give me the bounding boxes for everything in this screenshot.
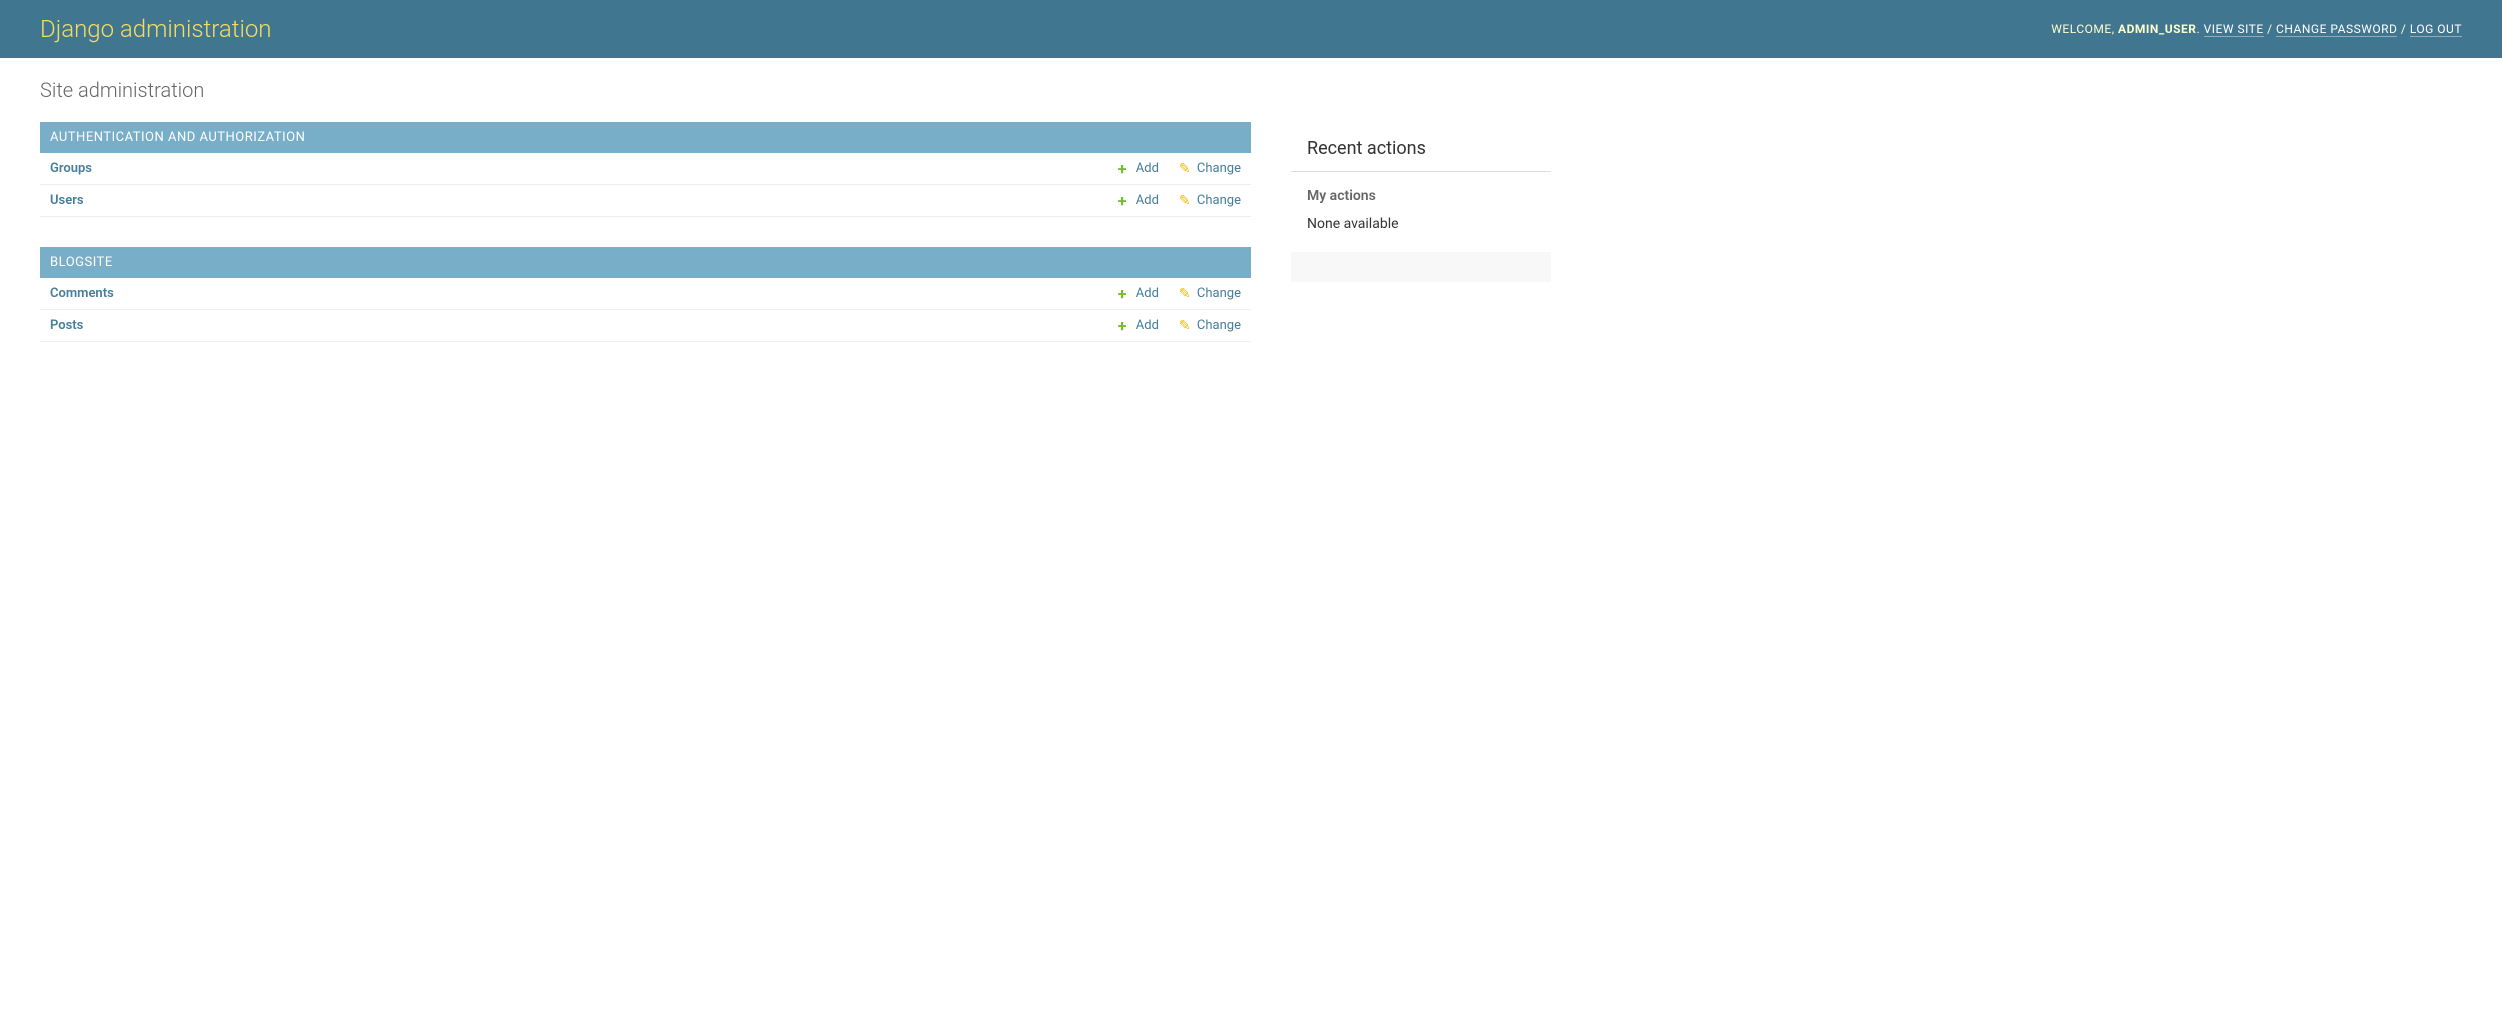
recent-actions-subtitle: My actions xyxy=(1291,172,1551,204)
model-change-cell: Change xyxy=(1169,185,1251,217)
separator-dot: . xyxy=(2196,22,2203,36)
app-caption-auth: Authentication and Authorization xyxy=(40,122,1251,153)
user-tools: Welcome, ADMIN_USER. View site / Change … xyxy=(2051,22,2462,36)
model-row-groups: Groups Add Change xyxy=(40,153,1251,185)
app-module-auth: Authentication and Authorization Groups … xyxy=(40,122,1251,217)
add-link-groups[interactable]: Add xyxy=(1118,161,1159,176)
change-link-comments[interactable]: Change xyxy=(1179,286,1241,301)
app-module-blogsite: Blogsite Comments Add Change xyxy=(40,247,1251,342)
branding: Django administration xyxy=(40,15,272,43)
model-row-users: Users Add Change xyxy=(40,185,1251,217)
recent-actions-module: Recent actions My actions None available xyxy=(1291,122,1551,252)
content-main: Authentication and Authorization Groups … xyxy=(40,122,1251,372)
content-related: Recent actions My actions None available xyxy=(1291,122,1551,282)
app-table-auth: Authentication and Authorization Groups … xyxy=(40,122,1251,217)
model-change-cell: Change xyxy=(1169,310,1251,342)
model-add-cell: Add xyxy=(1108,278,1169,310)
model-name-cell: Comments xyxy=(40,278,1108,310)
separator-slash: / xyxy=(2397,22,2409,36)
content: Site administration Authentication and A… xyxy=(0,58,2502,392)
model-row-posts: Posts Add Change xyxy=(40,310,1251,342)
add-link-users[interactable]: Add xyxy=(1118,193,1159,208)
header: Django administration Welcome, ADMIN_USE… xyxy=(0,0,2502,58)
change-password-link[interactable]: Change password xyxy=(2276,22,2397,37)
model-change-cell: Change xyxy=(1169,278,1251,310)
change-link-posts[interactable]: Change xyxy=(1179,318,1241,333)
app-caption-link-blogsite[interactable]: Blogsite xyxy=(50,255,113,270)
model-name-cell: Users xyxy=(40,185,1108,217)
change-link-users[interactable]: Change xyxy=(1179,193,1241,208)
model-link-posts[interactable]: Posts xyxy=(50,318,83,333)
add-link-comments[interactable]: Add xyxy=(1118,286,1159,301)
app-caption-blogsite: Blogsite xyxy=(40,247,1251,278)
add-link-posts[interactable]: Add xyxy=(1118,318,1159,333)
logout-link[interactable]: Log out xyxy=(2410,22,2462,37)
model-link-comments[interactable]: Comments xyxy=(50,286,114,301)
welcome-prefix: Welcome, xyxy=(2051,22,2118,36)
model-change-cell: Change xyxy=(1169,153,1251,185)
separator-slash: / xyxy=(2264,22,2276,36)
app-caption-link-auth[interactable]: Authentication and Authorization xyxy=(50,130,305,145)
change-link-groups[interactable]: Change xyxy=(1179,161,1241,176)
app-table-blogsite: Blogsite Comments Add Change xyxy=(40,247,1251,342)
model-name-cell: Groups xyxy=(40,153,1108,185)
model-add-cell: Add xyxy=(1108,185,1169,217)
model-link-users[interactable]: Users xyxy=(50,193,84,208)
view-site-link[interactable]: View site xyxy=(2204,22,2264,37)
recent-actions-empty: None available xyxy=(1291,204,1551,252)
model-add-cell: Add xyxy=(1108,153,1169,185)
model-add-cell: Add xyxy=(1108,310,1169,342)
model-row-comments: Comments Add Change xyxy=(40,278,1251,310)
model-link-groups[interactable]: Groups xyxy=(50,161,92,176)
page-title: Site administration xyxy=(40,78,2462,102)
recent-actions-title: Recent actions xyxy=(1291,122,1551,172)
site-title-link[interactable]: Django administration xyxy=(40,15,272,43)
username: ADMIN_USER xyxy=(2118,22,2196,36)
model-name-cell: Posts xyxy=(40,310,1108,342)
site-title-heading: Django administration xyxy=(40,15,272,43)
